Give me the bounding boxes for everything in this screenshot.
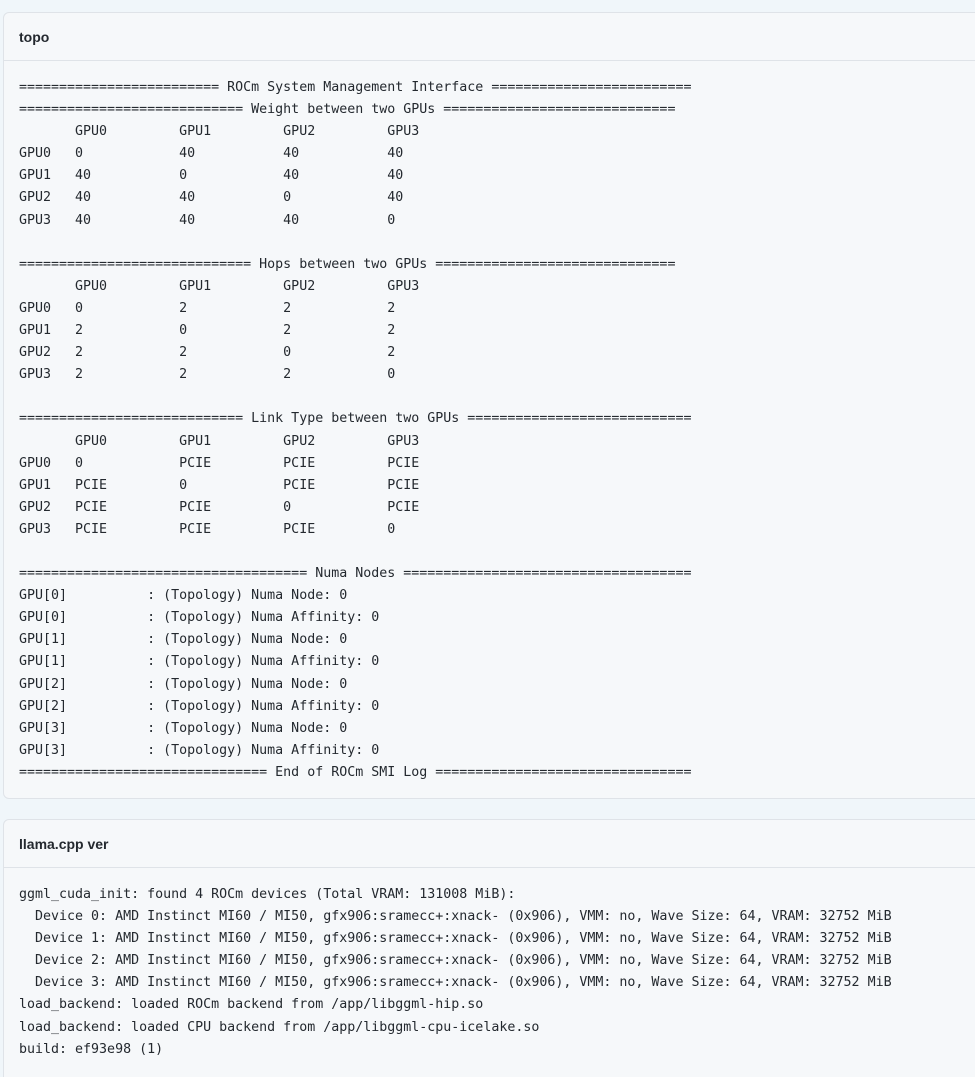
- output-line: GPU[3] : (Topology) Numa Affinity: 0: [19, 742, 380, 758]
- output-line: GPU0 GPU1 GPU2 GPU3: [19, 433, 420, 449]
- output-line: GPU3 PCIE PCIE PCIE 0: [19, 521, 396, 537]
- output-line: ============================ Link Type b…: [19, 411, 692, 427]
- output-line: Device 3: AMD Instinct MI60 / MI50, gfx9…: [19, 975, 892, 991]
- llama-version-code-block: ggml_cuda_init: found 4 ROCm devices (To…: [19, 884, 975, 1061]
- output-line: Device 0: AMD Instinct MI60 / MI50, gfx9…: [19, 909, 892, 925]
- output-line: GPU1 2 0 2 2: [19, 323, 396, 339]
- output-line: GPU[3] : (Topology) Numa Node: 0: [19, 720, 348, 736]
- topo-output: ========================= ROCm System Ma…: [4, 61, 975, 784]
- output-line: GPU0 0 PCIE PCIE PCIE: [19, 455, 420, 471]
- output-line: ============================ Weight betw…: [19, 102, 676, 118]
- topo-code-block: ========================= ROCm System Ma…: [19, 77, 975, 784]
- output-line: build: ef93e98 (1): [19, 1041, 164, 1057]
- topo-panel-title: topo: [4, 13, 975, 61]
- output-line: GPU1 40 0 40 40: [19, 168, 404, 184]
- output-line: GPU0 0 40 40 40: [19, 146, 404, 162]
- output-line: ============================= Hops betwe…: [19, 256, 676, 272]
- output-line: GPU[2] : (Topology) Numa Affinity: 0: [19, 698, 380, 714]
- output-line: GPU1 PCIE 0 PCIE PCIE: [19, 477, 420, 493]
- output-line: GPU0 GPU1 GPU2 GPU3: [19, 124, 420, 140]
- output-line: GPU[1] : (Topology) Numa Affinity: 0: [19, 654, 380, 670]
- output-line: ========================= ROCm System Ma…: [19, 80, 692, 95]
- output-line: ggml_cuda_init: found 4 ROCm devices (To…: [19, 887, 516, 902]
- output-line: load_backend: loaded CPU backend from /a…: [19, 1019, 540, 1035]
- output-line: GPU0 GPU1 GPU2 GPU3: [19, 278, 420, 294]
- output-line: GPU[0] : (Topology) Numa Affinity: 0: [19, 610, 380, 626]
- output-line: load_backend: loaded ROCm backend from /…: [19, 997, 484, 1013]
- output-line: ==================================== Num…: [19, 566, 692, 582]
- output-line: GPU2 2 2 0 2: [19, 345, 396, 361]
- llama-version-panel-title: llama.cpp ver: [4, 820, 975, 868]
- output-line: Device 1: AMD Instinct MI60 / MI50, gfx9…: [19, 931, 892, 947]
- output-line: GPU[0] : (Topology) Numa Node: 0: [19, 588, 348, 604]
- output-line: =============================== End of R…: [19, 764, 692, 780]
- output-line: GPU3 40 40 40 0: [19, 212, 396, 228]
- llama-version-panel: llama.cpp ver ggml_cuda_init: found 4 RO…: [3, 819, 975, 1077]
- output-line: GPU0 0 2 2 2: [19, 300, 396, 316]
- topo-panel: topo ========================= ROCm Syst…: [3, 12, 975, 799]
- output-line: Device 2: AMD Instinct MI60 / MI50, gfx9…: [19, 953, 892, 969]
- output-line: GPU2 40 40 0 40: [19, 190, 404, 206]
- output-line: GPU3 2 2 2 0: [19, 367, 396, 383]
- llama-version-output: ggml_cuda_init: found 4 ROCm devices (To…: [4, 868, 975, 1061]
- output-line: GPU[1] : (Topology) Numa Node: 0: [19, 632, 348, 648]
- output-line: GPU2 PCIE PCIE 0 PCIE: [19, 499, 420, 515]
- output-line: GPU[2] : (Topology) Numa Node: 0: [19, 676, 348, 692]
